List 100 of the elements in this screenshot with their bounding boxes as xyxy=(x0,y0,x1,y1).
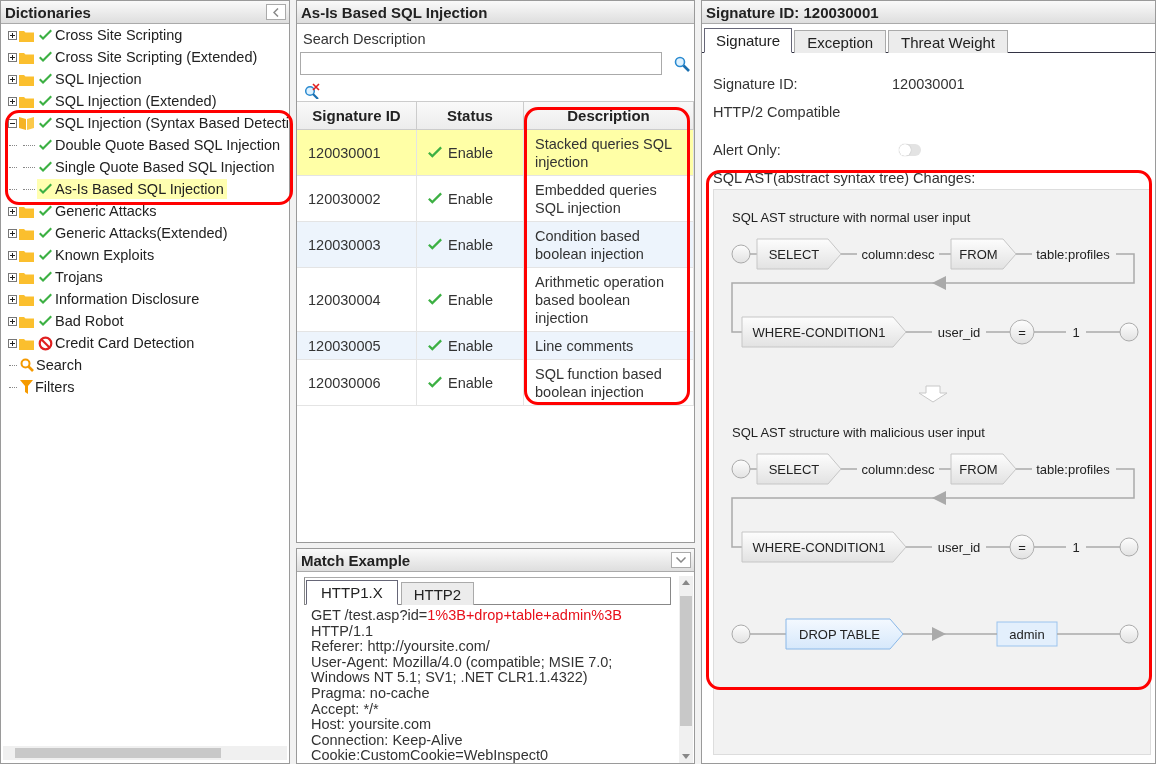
expand-icon xyxy=(7,294,17,304)
tree-item[interactable]: Known Exploits xyxy=(37,245,158,265)
connector-line xyxy=(985,331,1011,333)
tab[interactable]: Exception xyxy=(794,30,887,53)
tab[interactable]: HTTP1.X xyxy=(306,580,398,605)
folder-icon xyxy=(19,336,34,350)
check-icon xyxy=(38,313,53,329)
table-cell: Enable xyxy=(448,143,494,162)
check-icon xyxy=(38,71,53,87)
node-label: user_id xyxy=(937,540,981,555)
code-line: Host: yoursite.com xyxy=(311,717,433,733)
connector-line xyxy=(1015,468,1033,470)
tree-item[interactable]: Credit Card Detection xyxy=(37,333,198,353)
terminal-node xyxy=(731,244,751,264)
node-label: table:profiles xyxy=(1036,247,1110,262)
terminal-node xyxy=(731,624,751,644)
tab[interactable]: Signature xyxy=(704,28,793,53)
expand-icon xyxy=(7,30,17,40)
check-icon xyxy=(38,247,53,263)
keyword-node: DROP TABLE xyxy=(785,618,904,650)
tree-item[interactable]: Information Disclosure xyxy=(37,289,203,309)
check-icon xyxy=(38,49,53,65)
tree-item[interactable]: Trojans xyxy=(37,267,106,287)
folder-icon xyxy=(19,72,34,86)
check-icon xyxy=(427,337,443,354)
expand-icon xyxy=(7,52,17,62)
column-header[interactable]: Status xyxy=(417,102,524,130)
table-cell: Enable xyxy=(448,373,494,392)
tree-item[interactable]: Generic Attacks xyxy=(37,201,160,221)
scrollbar-thumb[interactable] xyxy=(15,748,221,758)
panel-title: As-Is Based SQL Injection xyxy=(301,3,488,21)
search-icon xyxy=(20,358,34,372)
folder-icon xyxy=(19,28,34,42)
collapse-button[interactable] xyxy=(266,4,286,20)
connector-line xyxy=(1085,546,1121,548)
tree-item[interactable]: SQL Injection xyxy=(37,69,145,89)
check-icon xyxy=(427,144,443,161)
connector-line xyxy=(749,633,787,635)
expand-icon xyxy=(7,74,17,84)
toggle-switch[interactable] xyxy=(899,144,921,156)
prohibited-icon xyxy=(38,335,53,351)
tab[interactable]: Threat Weight xyxy=(888,30,1009,53)
check-icon xyxy=(38,159,53,175)
node-label: column:desc xyxy=(861,462,935,477)
tree-item[interactable]: SQL Injection (Extended) xyxy=(37,91,220,111)
tree-item[interactable]: SQL Injection (Syntax Based Detecti xyxy=(37,113,289,133)
dropdown-button[interactable] xyxy=(671,552,691,568)
chevron-down-icon xyxy=(676,557,686,563)
horizontal-scrollbar[interactable] xyxy=(3,746,287,760)
tree-item[interactable]: As-Is Based SQL Injection xyxy=(37,179,227,199)
tree-item[interactable]: Filters xyxy=(19,377,78,397)
expand-icon xyxy=(7,338,17,348)
scrollbar-thumb[interactable] xyxy=(680,596,692,726)
operator-node: = xyxy=(1009,319,1035,345)
folder-icon xyxy=(19,204,34,218)
check-icon xyxy=(427,236,443,253)
search-field[interactable] xyxy=(300,52,662,75)
tree-item[interactable]: Cross Site Scripting xyxy=(37,25,186,45)
value-node: admin xyxy=(996,621,1058,647)
connector-line xyxy=(905,331,933,333)
connector-line xyxy=(1033,331,1067,333)
section-label: SQL AST(abstract syntax tree) Changes: xyxy=(713,170,977,186)
connector-line xyxy=(938,468,952,470)
terminal-node xyxy=(1119,624,1139,644)
code-line: Connection: Keep-Alive xyxy=(311,732,464,749)
tree-item[interactable]: Search xyxy=(19,355,85,375)
field-label: Signature ID: xyxy=(713,76,799,92)
column-header[interactable]: Description xyxy=(524,102,694,130)
check-icon xyxy=(38,225,53,241)
down-arrow-icon xyxy=(918,385,948,403)
tree-item[interactable]: Generic Attacks(Extended) xyxy=(37,223,231,243)
code-line: Accept: */* xyxy=(311,701,380,718)
connector-line xyxy=(840,468,858,470)
collapse-icon xyxy=(7,118,17,128)
panel-title: Signature ID: 120030001 xyxy=(706,3,879,21)
expand-icon xyxy=(7,250,17,260)
vertical-scrollbar[interactable] xyxy=(679,576,693,763)
table-cell: 120030003 xyxy=(308,235,381,254)
connector-line xyxy=(1015,253,1033,255)
connector-line xyxy=(905,546,933,548)
check-icon xyxy=(38,291,53,307)
check-icon xyxy=(38,203,53,219)
connector-line xyxy=(1056,633,1121,635)
keyword-node: FROM xyxy=(950,453,1017,485)
check-icon xyxy=(38,269,53,285)
code-line: Cookie:CustomCookie=WebInspect0 xyxy=(311,748,550,763)
code-line: HTTP/1.1 xyxy=(311,623,374,640)
tree-item[interactable]: Cross Site Scripting (Extended) xyxy=(37,47,261,67)
diagram-caption: SQL AST structure with normal user input xyxy=(732,210,971,225)
tree-item[interactable]: Single Quote Based SQL Injection xyxy=(37,157,278,177)
connector-line xyxy=(1033,546,1067,548)
tab[interactable]: HTTP2 xyxy=(400,582,475,605)
keyword-node: WHERE-CONDITION1 xyxy=(741,316,907,348)
tree-item[interactable]: Double Quote Based SQL Injection xyxy=(37,135,284,155)
book-icon xyxy=(19,116,34,130)
keyword-node: FROM xyxy=(950,238,1017,270)
tree-item[interactable]: Bad Robot xyxy=(37,311,127,331)
code-line: Pragma: no-cache xyxy=(311,685,431,702)
column-header[interactable]: Signature ID xyxy=(297,102,417,130)
code-line: Windows NT 5.1; SV1; .NET CLR1.1.4322) xyxy=(311,670,589,686)
